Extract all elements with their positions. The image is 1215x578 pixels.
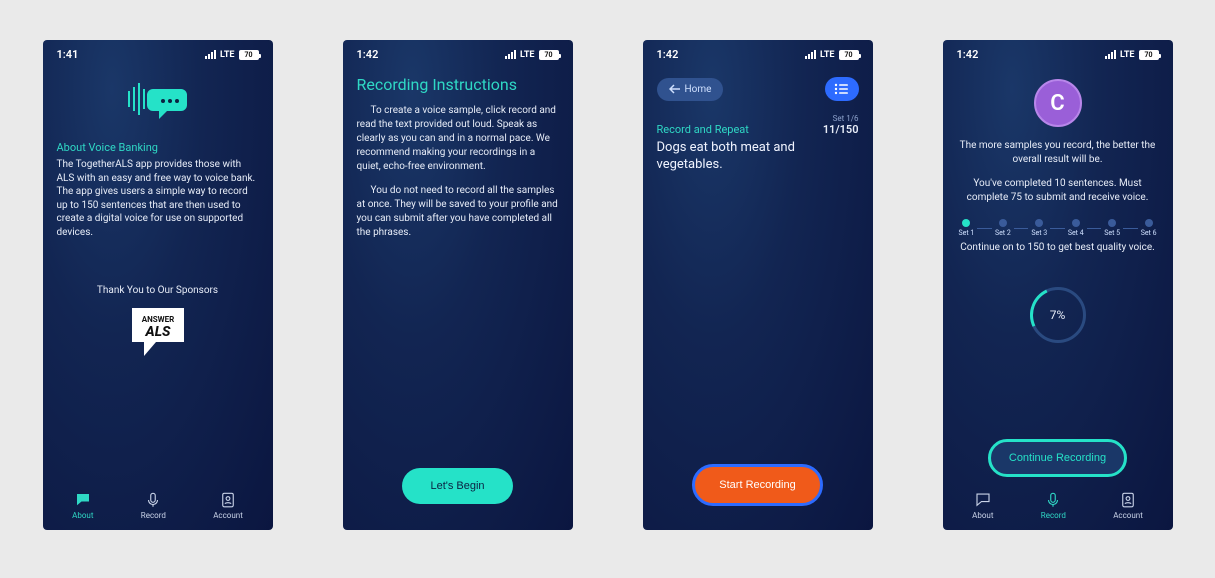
mic-icon — [1044, 491, 1062, 509]
instructions-p2: You do not need to record all the sample… — [357, 184, 559, 240]
clock: 1:42 — [957, 48, 979, 61]
nav-record[interactable]: Record — [141, 491, 166, 520]
home-button[interactable]: Home — [657, 78, 724, 101]
nav-label: Record — [1041, 511, 1066, 520]
sponsor-bottom: ALS — [144, 324, 171, 340]
screen-about: 1:41 LTE 70 About Voice Banking The Toge… — [43, 40, 273, 530]
screen-record: 1:42 LTE 70 Home Record and Repeat — [643, 40, 873, 530]
mic-icon — [144, 491, 162, 509]
clock: 1:42 — [357, 48, 379, 61]
set-pill: Set 2 — [995, 219, 1011, 237]
sentence-count: 11/150 — [823, 124, 859, 136]
status-right: LTE 70 — [805, 50, 859, 60]
network-label: LTE — [1120, 50, 1135, 60]
app-logo — [57, 77, 259, 131]
clock: 1:42 — [657, 48, 679, 61]
account-icon — [1119, 491, 1137, 509]
nav-label: Account — [1113, 511, 1143, 520]
set-pill: Set 4 — [1068, 219, 1084, 237]
nav-about[interactable]: About — [972, 491, 993, 520]
status-bar: 1:42 LTE 70 — [343, 40, 573, 65]
about-heading: About Voice Banking — [57, 141, 259, 154]
signal-icon — [1105, 50, 1116, 59]
sponsor-thanks: Thank You to Our Sponsors — [57, 285, 259, 296]
status-bar: 1:42 LTE 70 — [643, 40, 873, 65]
battery-icon: 70 — [1139, 50, 1159, 60]
nav-record[interactable]: Record — [1041, 491, 1066, 520]
progress-ring: 7% — [1030, 287, 1086, 343]
account-icon — [219, 491, 237, 509]
home-label: Home — [685, 84, 712, 95]
list-button[interactable] — [825, 77, 859, 101]
nav-account[interactable]: Account — [1113, 491, 1143, 520]
status-right: LTE 70 — [1105, 50, 1159, 60]
network-label: LTE — [520, 50, 535, 60]
list-icon — [834, 83, 850, 95]
arrow-left-icon — [669, 84, 681, 94]
progress-p1: The more samples you record, the better … — [957, 139, 1159, 167]
battery-icon: 70 — [839, 50, 859, 60]
battery-icon: 70 — [539, 50, 559, 60]
progress-p2: You've completed 10 sentences. Must comp… — [957, 177, 1159, 205]
instructions-body: To create a voice sample, click record a… — [357, 104, 559, 250]
progress-copy: The more samples you record, the better … — [957, 139, 1159, 215]
set-pill: Set 5 — [1104, 219, 1120, 237]
nav-label: About — [972, 511, 993, 520]
avatar[interactable]: C — [1034, 79, 1082, 127]
progress-percent: 7% — [1050, 308, 1066, 322]
battery-icon: 70 — [239, 50, 259, 60]
lets-begin-button[interactable]: Let's Begin — [402, 468, 512, 504]
instructions-p1: To create a voice sample, click record a… — [357, 104, 559, 174]
bottom-nav: About Record Account — [943, 483, 1173, 530]
network-label: LTE — [820, 50, 835, 60]
screen-instructions: 1:42 LTE 70 Recording Instructions To cr… — [343, 40, 573, 530]
status-bar: 1:41 LTE 70 — [43, 40, 273, 65]
record-label: Record and Repeat — [657, 123, 749, 136]
nav-about[interactable]: About — [72, 491, 93, 520]
start-recording-button[interactable]: Start Recording — [692, 464, 822, 506]
nav-account[interactable]: Account — [213, 491, 243, 520]
nav-label: Account — [213, 511, 243, 520]
clock: 1:41 — [57, 48, 79, 61]
signal-icon — [505, 50, 516, 59]
record-meta-row: Record and Repeat Set 1/6 11/150 — [657, 115, 859, 136]
sponsor-top: ANSWER — [141, 315, 174, 324]
signal-icon — [805, 50, 816, 59]
set-pill: Set 3 — [1031, 219, 1047, 237]
sentence-text: Dogs eat both meat and vegetables. — [657, 140, 859, 174]
nav-label: Record — [141, 511, 166, 520]
set-pill: Set 1 — [959, 219, 975, 237]
record-topbar: Home — [657, 77, 859, 101]
screen-progress: 1:42 LTE 70 C The more samples you recor… — [943, 40, 1173, 530]
bottom-nav: About Record Account — [43, 483, 273, 530]
sponsor-logo: ANSWER ALS — [57, 306, 259, 364]
chat-icon — [974, 491, 992, 509]
about-body: The TogetherALS app provides those with … — [57, 158, 259, 239]
nav-label: About — [72, 511, 93, 520]
network-label: LTE — [220, 50, 235, 60]
set-meta: Set 1/6 11/150 — [823, 115, 859, 136]
continue-recording-button[interactable]: Continue Recording — [988, 439, 1127, 477]
chat-icon — [74, 491, 92, 509]
signal-icon — [205, 50, 216, 59]
set-pill: Set 6 — [1141, 219, 1157, 237]
sets-progress: Set 1 Set 2 Set 3 Set 4 Set 5 Set 6 — [959, 219, 1157, 237]
progress-p3-wrap: Continue on to 150 to get best quality v… — [957, 241, 1159, 265]
status-right: LTE 70 — [505, 50, 559, 60]
status-right: LTE 70 — [205, 50, 259, 60]
status-bar: 1:42 LTE 70 — [943, 40, 1173, 65]
instructions-title: Recording Instructions — [357, 75, 559, 94]
progress-p3: Continue on to 150 to get best quality v… — [957, 241, 1159, 255]
